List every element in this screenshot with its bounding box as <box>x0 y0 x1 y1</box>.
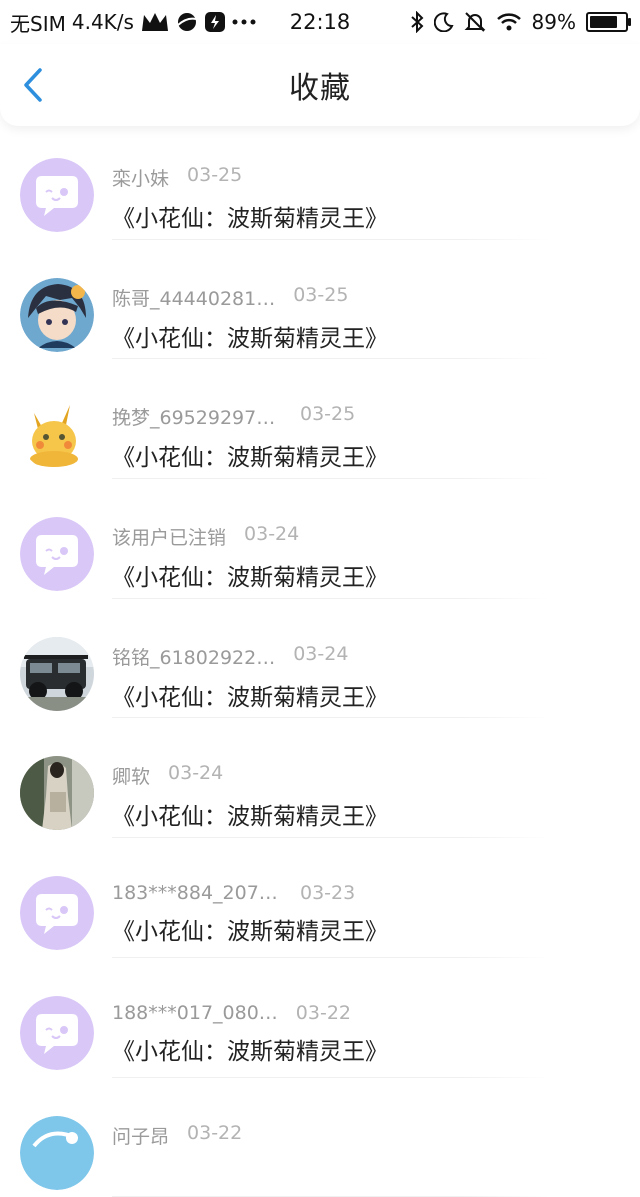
mute-bell-icon <box>464 11 486 33</box>
date: 03-24 <box>168 762 223 789</box>
anime-boy-avatar-icon <box>20 278 94 352</box>
list-item[interactable]: 188***017_080… 03-22 《小花仙：波斯菊精灵王》 <box>0 958 640 1078</box>
list-item[interactable]: 问子昂 03-22 <box>0 1078 640 1197</box>
more-dots-icon <box>232 18 256 26</box>
girl-photo-avatar-icon <box>20 756 94 830</box>
bolt-app-icon <box>204 11 226 33</box>
network-speed: 4.4K/s <box>72 10 134 34</box>
work-title[interactable]: 《小花仙：波斯菊精灵王》 <box>112 1032 388 1066</box>
date: 03-24 <box>293 643 348 670</box>
user-name[interactable]: 卿软 <box>112 762 150 789</box>
speech-bubble-avatar-icon <box>20 996 94 1070</box>
user-name[interactable]: 挽梦_695292978… <box>112 403 282 430</box>
chevron-left-icon <box>22 68 44 102</box>
date: 03-23 <box>300 882 355 904</box>
work-title[interactable]: 《小花仙：波斯菊精灵王》 <box>112 912 388 946</box>
list-item[interactable]: 栾小妹 03-25 《小花仙：波斯菊精灵王》 <box>0 120 640 240</box>
jeep-avatar-icon <box>20 637 94 711</box>
avatar[interactable] <box>20 397 94 471</box>
pikachu-avatar-icon <box>20 397 94 471</box>
list-item[interactable]: 陈哥_44440281… 03-25 《小花仙：波斯菊精灵王》 <box>0 240 640 360</box>
avatar[interactable] <box>20 756 94 830</box>
work-title[interactable]: 《小花仙：波斯菊精灵王》 <box>112 797 388 831</box>
user-name[interactable]: 问子昂 <box>112 1122 169 1149</box>
avatar[interactable] <box>20 637 94 711</box>
back-button[interactable] <box>18 70 48 100</box>
work-title[interactable]: 《小花仙：波斯菊精灵王》 <box>112 438 388 472</box>
speech-bubble-avatar-icon <box>20 158 94 232</box>
user-name[interactable]: 该用户已注销 <box>112 523 226 550</box>
header: 收藏 <box>0 44 640 126</box>
user-name[interactable]: 183***884_2071… <box>112 882 282 904</box>
avatar[interactable] <box>20 876 94 950</box>
avatar[interactable] <box>20 158 94 232</box>
list-item[interactable]: 183***884_2071… 03-23 《小花仙：波斯菊精灵王》 <box>0 838 640 958</box>
battery-percent: 89% <box>532 10 576 34</box>
date: 03-22 <box>296 1002 351 1024</box>
date: 03-22 <box>187 1122 242 1149</box>
list-item[interactable]: 该用户已注销 03-24 《小花仙：波斯菊精灵王》 <box>0 479 640 599</box>
date: 03-25 <box>293 284 348 311</box>
battery-icon <box>586 12 628 32</box>
page-title: 收藏 <box>289 63 351 107</box>
wifi-icon <box>496 12 522 32</box>
list-item[interactable]: 卿软 03-24 《小花仙：波斯菊精灵王》 <box>0 718 640 838</box>
blue-cartoon-avatar-icon <box>20 1116 94 1190</box>
avatar[interactable] <box>20 996 94 1070</box>
user-name[interactable]: 铭铭_61802922… <box>112 643 275 670</box>
date: 03-25 <box>187 164 242 191</box>
work-title[interactable]: 《小花仙：波斯菊精灵王》 <box>112 319 388 353</box>
clock: 22:18 <box>290 10 351 34</box>
avatar[interactable] <box>20 278 94 352</box>
user-name[interactable]: 栾小妹 <box>112 164 169 191</box>
moon-icon <box>434 12 454 32</box>
favorites-list: 栾小妹 03-25 《小花仙：波斯菊精灵王》 陈哥_44440281… 03-2… <box>0 120 640 1197</box>
planet-icon <box>176 11 198 33</box>
work-title[interactable]: 《小花仙：波斯菊精灵王》 <box>112 558 388 592</box>
speech-bubble-avatar-icon <box>20 517 94 591</box>
list-item[interactable]: 挽梦_695292978… 03-25 《小花仙：波斯菊精灵王》 <box>0 359 640 479</box>
speech-bubble-avatar-icon <box>20 876 94 950</box>
work-title[interactable]: 《小花仙：波斯菊精灵王》 <box>112 199 388 233</box>
carrier-label: 无SIM <box>10 8 66 37</box>
avatar[interactable] <box>20 517 94 591</box>
date: 03-25 <box>300 403 355 430</box>
work-title[interactable]: 《小花仙：波斯菊精灵王》 <box>112 678 388 712</box>
avatar[interactable] <box>20 1116 94 1190</box>
status-bar: 无SIM 4.4K/s 22:18 89% <box>0 0 640 44</box>
user-name[interactable]: 陈哥_44440281… <box>112 284 275 311</box>
crown-icon <box>140 11 170 33</box>
date: 03-24 <box>244 523 299 550</box>
user-name[interactable]: 188***017_080… <box>112 1002 278 1024</box>
list-item[interactable]: 铭铭_61802922… 03-24 《小花仙：波斯菊精灵王》 <box>0 599 640 719</box>
bluetooth-icon <box>410 11 424 33</box>
